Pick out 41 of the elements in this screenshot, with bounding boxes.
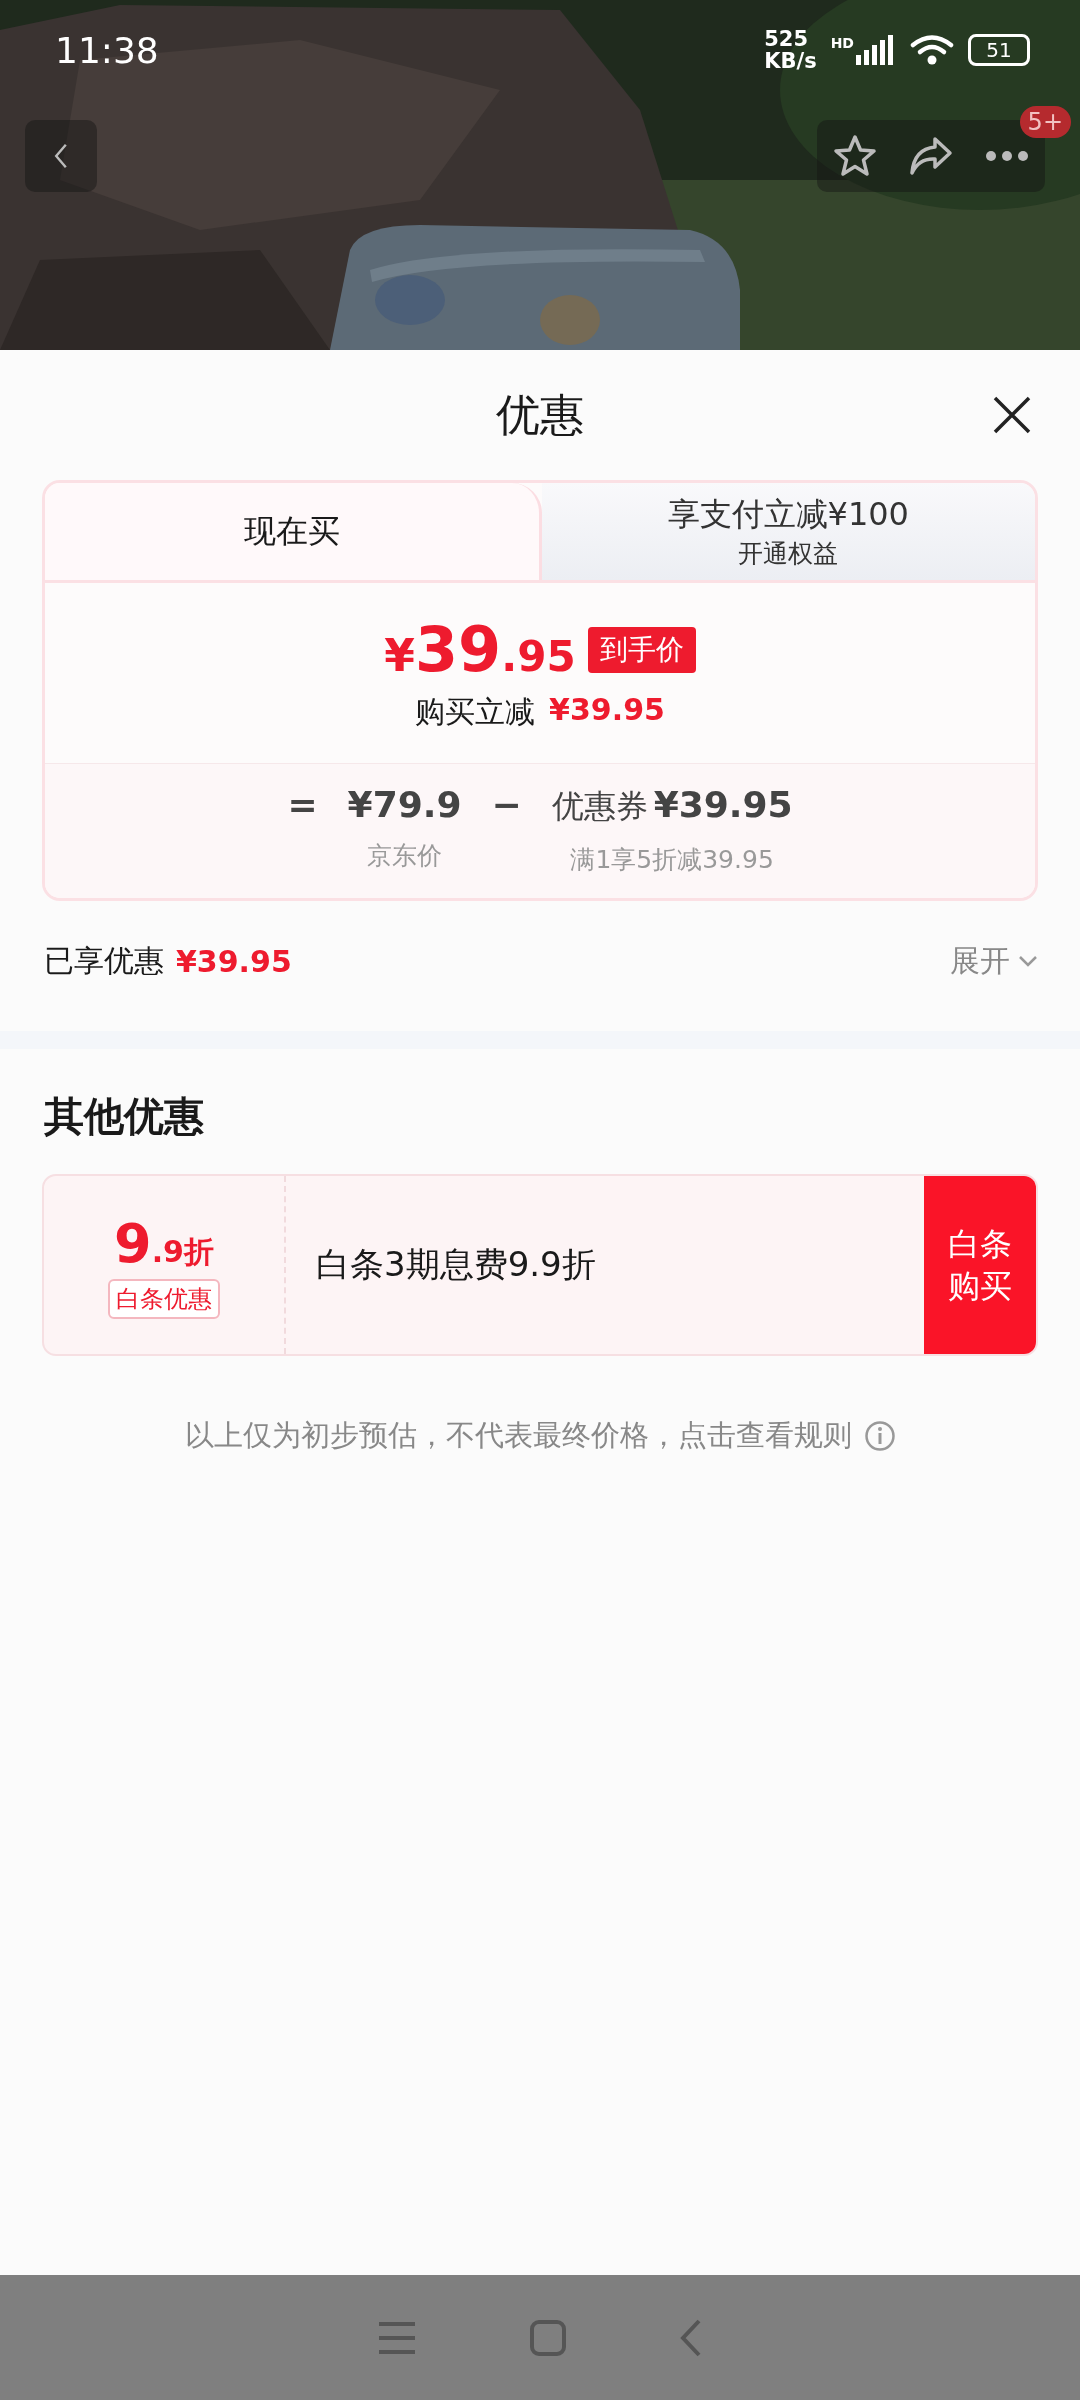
term-caption: 满1享5折减39.95 [570, 844, 774, 876]
discount-rate: 9.9折 [114, 1211, 214, 1275]
discount-label: 购买立减 [415, 693, 536, 731]
term-label: 优惠券 [551, 786, 648, 827]
signal-icon [856, 35, 896, 65]
math-operator: = [287, 784, 318, 825]
close-icon[interactable] [992, 395, 1032, 435]
term-value: ¥79.9 [347, 784, 462, 825]
clock-time: 11:38 [55, 29, 159, 71]
term-value: ¥39.95 [653, 784, 793, 825]
expand-button[interactable]: 展开 [950, 940, 1038, 982]
home-icon[interactable] [529, 2318, 567, 2357]
offer-tag: 白条优惠 [108, 1278, 220, 1319]
back-button[interactable] [25, 120, 97, 192]
network-speed: 525 [764, 28, 810, 50]
battery-indicator: 51 [968, 34, 1030, 66]
info-icon[interactable] [863, 1420, 896, 1452]
more-icon [985, 151, 1029, 161]
section-title: 其他优惠 [43, 1092, 205, 1141]
share-arrow-icon [909, 136, 953, 176]
final-price: ¥39.95 [384, 613, 576, 686]
offer-description: 白条3期息费9.9折 [315, 1243, 597, 1286]
buy-button[interactable]: 白条购买 [924, 1176, 1036, 1354]
back-icon[interactable] [679, 2317, 703, 2358]
price-tab[interactable]: 享支付立减¥100 开通权益 [541, 483, 1035, 580]
enjoyed-amount: ¥39.95 [176, 943, 292, 979]
menu-icon[interactable] [377, 2320, 417, 2355]
disclaimer-link[interactable]: 以上仅为初步预估，不代表最终价格，点击查看规则 [184, 1416, 852, 1456]
term-caption: 京东价 [367, 840, 443, 872]
sheet-title: 优惠 [496, 387, 584, 442]
price-tag: 到手价 [587, 626, 696, 673]
enjoyed-label: 已享优惠 [44, 941, 164, 980]
math-operator: − [491, 784, 522, 825]
price-tab[interactable]: 现在买 [45, 483, 542, 580]
discount-amount: ¥39.95 [549, 692, 665, 729]
wifi-icon [910, 34, 954, 66]
speed-unit: KB/s [764, 50, 817, 72]
network-type-label: HD [830, 35, 854, 51]
back-icon [53, 142, 69, 170]
chevron-down-icon [1018, 955, 1038, 967]
star-icon [833, 134, 877, 178]
